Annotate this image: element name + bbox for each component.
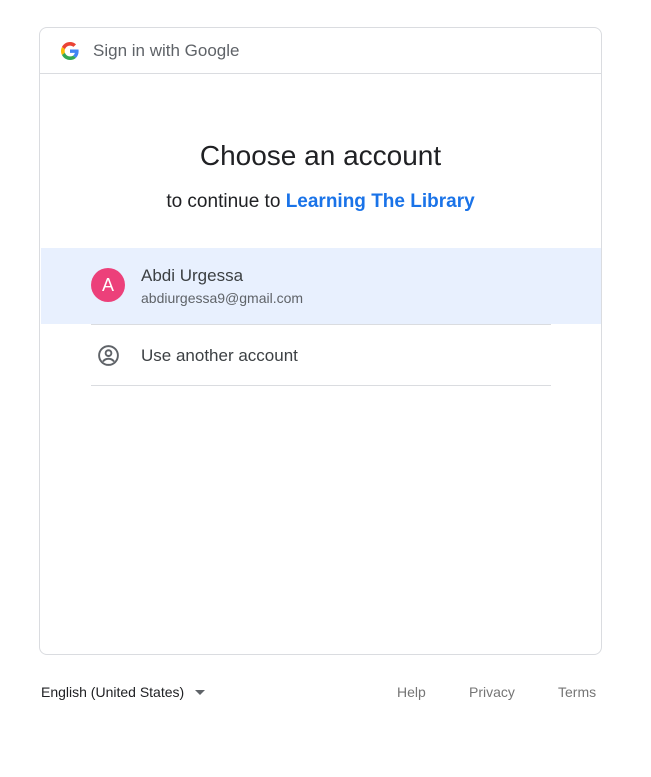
page-title: Choose an account xyxy=(199,140,442,171)
sign-in-card: Sign in with Google Choose an account to… xyxy=(39,27,602,655)
language-label: English (United States) xyxy=(41,684,185,700)
page-subtitle: to continue to Learning The Library xyxy=(40,191,601,213)
help-link[interactable]: Help xyxy=(397,684,426,700)
card-header: Sign in with Google xyxy=(40,28,601,74)
avatar: A xyxy=(91,268,125,302)
privacy-link[interactable]: Privacy xyxy=(469,684,515,700)
subtitle-prefix: to continue to xyxy=(166,191,286,212)
account-circle-icon xyxy=(97,344,120,367)
language-selector[interactable]: English (United States) xyxy=(41,684,206,700)
app-name-link[interactable]: Learning The Library xyxy=(286,191,475,212)
terms-link[interactable]: Terms xyxy=(558,684,596,700)
divider xyxy=(91,385,551,386)
use-another-account-button[interactable]: Use another account xyxy=(91,325,551,386)
google-g-icon xyxy=(61,41,79,60)
use-another-account-label: Use another account xyxy=(141,346,298,365)
footer: English (United States) Help Privacy Ter… xyxy=(40,684,601,706)
caret-down-icon xyxy=(195,689,206,695)
account-email: abdiurgessa9@gmail.com xyxy=(141,290,304,306)
account-item[interactable]: A Abdi Urgessa abdiurgessa9@gmail.com xyxy=(41,248,601,324)
header-title: Sign in with Google xyxy=(93,40,240,60)
account-name: Abdi Urgessa xyxy=(141,266,244,285)
